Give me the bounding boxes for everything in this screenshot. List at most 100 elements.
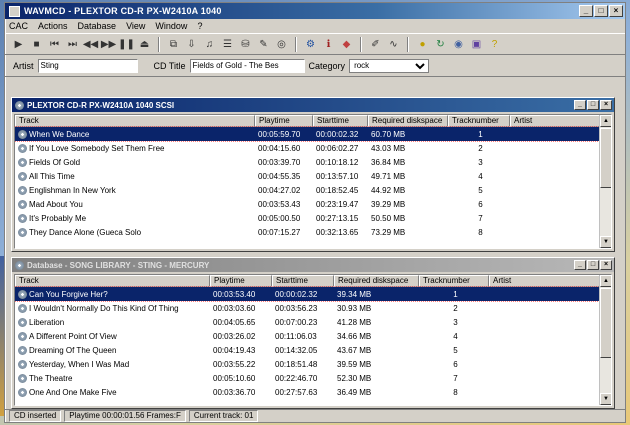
- database-window-title-bar[interactable]: Database - SONG LIBRARY - STING - MERCUR…: [12, 258, 614, 272]
- table-row[interactable]: If You Love Somebody Set Them Free 00:04:…: [15, 141, 611, 155]
- stop-icon[interactable]: ■: [29, 37, 44, 52]
- menu-help[interactable]: ?: [197, 21, 202, 31]
- table-row[interactable]: They Dance Alone (Gueca Solo 00:07:15.27 0…: [15, 225, 611, 239]
- pencil-icon[interactable]: ✐: [368, 37, 383, 52]
- disk-icon[interactable]: ▣: [469, 37, 484, 52]
- table-row[interactable]: The Theatre 00:05:10.60 00:22:46.70 52.30 M…: [15, 371, 611, 385]
- help-icon[interactable]: ?: [487, 37, 502, 52]
- maximize-button[interactable]: □: [594, 5, 608, 17]
- forward-icon[interactable]: ▶▶: [101, 37, 116, 52]
- col-starttime[interactable]: Starttime: [272, 275, 334, 287]
- gold-icon[interactable]: ●: [415, 37, 430, 52]
- scroll-thumb[interactable]: [600, 288, 611, 358]
- minimize-button[interactable]: _: [574, 260, 586, 270]
- eject-icon[interactable]: ⏏: [137, 37, 152, 52]
- scroll-down-icon[interactable]: ▼: [600, 393, 611, 405]
- close-button[interactable]: ×: [600, 260, 612, 270]
- track-name: It's Probably Me: [29, 213, 87, 223]
- window-title: WAVMCD - PLEXTOR CD-R PX-W2410A 1040: [24, 6, 222, 16]
- menu-actions[interactable]: Actions: [38, 21, 68, 31]
- table-row[interactable]: One And One Make Five 00:03:36.70 00:27:57…: [15, 385, 611, 399]
- status-bar: CD inserted Playtime 00:00:01.56 Frames:…: [5, 409, 625, 422]
- minimize-button[interactable]: _: [574, 100, 586, 110]
- start-cell: 00:23:19.47: [316, 199, 359, 209]
- refresh-icon[interactable]: ↻: [433, 37, 448, 52]
- size-cell: 43.67 MB: [337, 345, 372, 355]
- table-row[interactable]: Mad About You 00:03:53.43 00:23:19.47 39.29…: [15, 197, 611, 211]
- close-button[interactable]: ×: [600, 100, 612, 110]
- menu-window[interactable]: Window: [155, 21, 187, 31]
- table-row[interactable]: When We Dance 00:05:59.70 00:00:02.32 60.70…: [15, 126, 611, 142]
- col-tracknumber[interactable]: Tracknumber: [448, 115, 510, 127]
- settings-icon[interactable]: ⚙: [303, 37, 318, 52]
- column-header: Track Playtime Starttime Required disksp…: [15, 115, 611, 127]
- table-row[interactable]: It's Probably Me 00:05:00.50 00:27:13.15 50…: [15, 211, 611, 225]
- cddb-icon[interactable]: ◎: [274, 37, 289, 52]
- start-cell: 00:18:51.48: [275, 359, 318, 369]
- edit-icon[interactable]: ✎: [256, 37, 271, 52]
- rewind-icon[interactable]: ◀◀: [83, 37, 98, 52]
- info-icon[interactable]: ℹ: [321, 37, 336, 52]
- menu-view[interactable]: View: [126, 21, 145, 31]
- database-icon[interactable]: ⛁: [238, 37, 253, 52]
- start-cell: 00:11:06.03: [275, 331, 317, 341]
- maximize-button[interactable]: □: [587, 260, 599, 270]
- table-row[interactable]: Dreaming Of The Queen 00:04:19.43 00:14:32…: [15, 343, 611, 357]
- table-row[interactable]: Liberation 00:04:05.65 00:07:00.23 41.28 MB…: [15, 315, 611, 329]
- color-icon[interactable]: ◆: [339, 37, 354, 52]
- table-row[interactable]: A Different Point Of View 00:03:26.02 00:1…: [15, 329, 611, 343]
- next-icon[interactable]: ⏭: [65, 37, 80, 52]
- col-size[interactable]: Required diskspace: [368, 115, 448, 127]
- table-row[interactable]: Can You Forgive Her? 00:03:53.40 00:00:02.…: [15, 286, 611, 302]
- title-bar[interactable]: WAVMCD - PLEXTOR CD-R PX-W2410A 1040 _ □…: [5, 3, 625, 19]
- maximize-button[interactable]: □: [587, 100, 599, 110]
- start-cell: 00:00:02.32: [316, 129, 359, 139]
- table-row[interactable]: All This Time 00:04:55.35 00:13:57.10 49.71…: [15, 169, 611, 183]
- playtime-cell: 00:03:53.43: [258, 199, 301, 209]
- col-starttime[interactable]: Starttime: [313, 115, 368, 127]
- vertical-scrollbar[interactable]: ▲ ▼: [599, 115, 611, 248]
- vertical-scrollbar[interactable]: ▲ ▼: [599, 275, 611, 405]
- pause-icon[interactable]: ❚❚: [118, 37, 135, 52]
- scroll-up-icon[interactable]: ▲: [600, 275, 611, 287]
- menu-cac[interactable]: CAC: [9, 21, 28, 31]
- cd-window-title-bar[interactable]: PLEXTOR CD-R PX-W2410A 1040 SCSI _ □ ×: [12, 98, 614, 112]
- scroll-down-icon[interactable]: ▼: [600, 236, 611, 248]
- playtime-cell: 00:03:53.40: [213, 289, 256, 299]
- table-row[interactable]: Fields Of Gold 00:03:39.70 00:10:18.12 36.8…: [15, 155, 611, 169]
- copy-icon[interactable]: ⧉: [166, 37, 181, 52]
- col-playtime[interactable]: Playtime: [255, 115, 313, 127]
- playtime-cell: 00:05:10.60: [213, 373, 256, 383]
- track-icon: [18, 185, 27, 195]
- menu-database[interactable]: Database: [78, 21, 117, 31]
- cd-title-field[interactable]: [189, 58, 305, 73]
- col-track[interactable]: Track: [15, 115, 255, 127]
- rip-icon[interactable]: ⇩: [184, 37, 199, 52]
- playtime-cell: 00:04:19.43: [213, 345, 256, 355]
- minimize-button[interactable]: _: [579, 5, 593, 17]
- track-icon[interactable]: ♫: [202, 37, 217, 52]
- start-cell: 00:13:57.10: [316, 171, 359, 181]
- table-row[interactable]: Englishman In New York 00:04:27.02 00:18:5…: [15, 183, 611, 197]
- prev-icon[interactable]: ⏮: [47, 37, 62, 52]
- track-name: Dreaming Of The Queen: [29, 345, 117, 355]
- wave-icon[interactable]: ∿: [386, 37, 401, 52]
- col-size[interactable]: Required diskspace: [334, 275, 419, 287]
- col-playtime[interactable]: Playtime: [210, 275, 272, 287]
- close-button[interactable]: ×: [609, 5, 623, 17]
- table-row[interactable]: I Wouldn't Normally Do This Kind Of Thin…: [15, 301, 611, 315]
- track-cell: The Theatre: [15, 373, 210, 383]
- col-track[interactable]: Track: [15, 275, 210, 287]
- col-artist[interactable]: Artist: [510, 115, 605, 127]
- category-select[interactable]: rock: [349, 58, 430, 73]
- play-icon[interactable]: ▶: [11, 37, 26, 52]
- artist-field[interactable]: [37, 58, 138, 73]
- cd-icon[interactable]: ◉: [451, 37, 466, 52]
- scroll-up-icon[interactable]: ▲: [600, 115, 611, 127]
- playlist-icon[interactable]: ☰: [220, 37, 235, 52]
- table-row[interactable]: Yesterday, When I Was Mad 00:03:55.22 00:1…: [15, 357, 611, 371]
- col-tracknumber[interactable]: Tracknumber: [419, 275, 489, 287]
- col-artist[interactable]: Artist: [489, 275, 605, 287]
- track-icon: [18, 157, 27, 167]
- scroll-thumb[interactable]: [600, 128, 611, 188]
